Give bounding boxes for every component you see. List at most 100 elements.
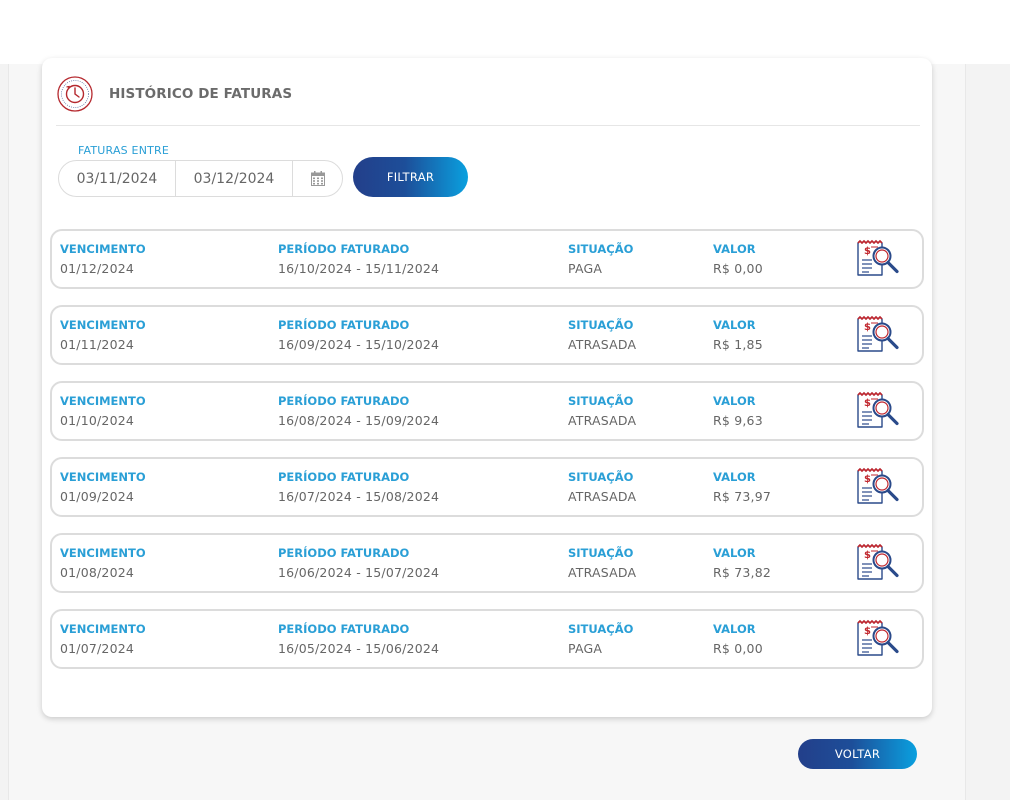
status-label: SITUAÇÃO <box>568 470 634 484</box>
date-range-picker <box>58 160 343 197</box>
value-column: VALOR R$ 0,00 <box>713 241 763 277</box>
value-column: VALOR R$ 1,85 <box>713 317 763 353</box>
status-value: PAGA <box>568 641 603 656</box>
value-label: VALOR <box>713 318 756 332</box>
period-value: 16/08/2024 - 15/09/2024 <box>278 413 440 428</box>
status-value: ATRASADA <box>568 489 637 504</box>
period-column: PERÍODO FATURADO 16/08/2024 - 15/09/2024 <box>278 393 439 429</box>
period-column: PERÍODO FATURADO 16/06/2024 - 15/07/2024 <box>278 545 439 581</box>
value-amount: R$ 9,63 <box>713 413 763 428</box>
value-amount: R$ 73,82 <box>713 565 771 580</box>
status-column: SITUAÇÃO ATRASADA <box>568 317 636 353</box>
invoice-row: VENCIMENTO 01/11/2024 PERÍODO FATURADO 1… <box>50 305 924 365</box>
period-label: PERÍODO FATURADO <box>278 394 410 408</box>
due-value: 01/12/2024 <box>60 261 135 276</box>
status-column: SITUAÇÃO ATRASADA <box>568 545 636 581</box>
svg-text:$: $ <box>864 474 871 485</box>
period-label: PERÍODO FATURADO <box>278 622 410 636</box>
period-value: 16/09/2024 - 15/10/2024 <box>278 337 440 352</box>
due-label: VENCIMENTO <box>60 318 146 332</box>
due-value: 01/08/2024 <box>60 565 135 580</box>
value-column: VALOR R$ 0,00 <box>713 621 763 657</box>
status-value: ATRASADA <box>568 337 637 352</box>
period-column: PERÍODO FATURADO 16/09/2024 - 15/10/2024 <box>278 317 439 353</box>
top-bar <box>0 0 1010 64</box>
status-value: ATRASADA <box>568 565 637 580</box>
due-label: VENCIMENTO <box>60 470 146 484</box>
value-label: VALOR <box>713 546 756 560</box>
invoice-search-icon[interactable]: $ <box>855 543 903 583</box>
period-column: PERÍODO FATURADO 16/05/2024 - 15/06/2024 <box>278 621 439 657</box>
value-column: VALOR R$ 9,63 <box>713 393 763 429</box>
period-label: PERÍODO FATURADO <box>278 470 410 484</box>
period-value: 16/07/2024 - 15/08/2024 <box>278 489 440 504</box>
value-amount: R$ 0,00 <box>713 641 763 656</box>
period-label: PERÍODO FATURADO <box>278 318 410 332</box>
invoice-row: VENCIMENTO 01/09/2024 PERÍODO FATURADO 1… <box>50 457 924 517</box>
value-column: VALOR R$ 73,82 <box>713 545 771 581</box>
svg-text:$: $ <box>864 322 871 333</box>
due-value: 01/10/2024 <box>60 413 135 428</box>
calendar-icon <box>310 171 325 186</box>
start-date-input[interactable] <box>59 161 176 196</box>
invoice-list: VENCIMENTO 01/12/2024 PERÍODO FATURADO 1… <box>50 229 924 685</box>
due-column: VENCIMENTO 01/10/2024 <box>60 393 146 429</box>
value-amount: R$ 1,85 <box>713 337 763 352</box>
calendar-button[interactable] <box>293 161 342 196</box>
svg-text:$: $ <box>864 398 871 409</box>
status-value: PAGA <box>568 261 603 276</box>
value-label: VALOR <box>713 394 756 408</box>
back-button[interactable]: VOLTAR <box>798 739 917 769</box>
end-date-input[interactable] <box>176 161 293 196</box>
due-label: VENCIMENTO <box>60 622 146 636</box>
value-column: VALOR R$ 73,97 <box>713 469 771 505</box>
value-amount: R$ 73,97 <box>713 489 771 504</box>
card-header: HISTÓRICO DE FATURAS <box>56 74 920 126</box>
value-label: VALOR <box>713 622 756 636</box>
invoice-search-icon[interactable]: $ <box>855 239 903 279</box>
period-column: PERÍODO FATURADO 16/10/2024 - 15/11/2024 <box>278 241 439 277</box>
due-column: VENCIMENTO 01/12/2024 <box>60 241 146 277</box>
invoice-search-icon[interactable]: $ <box>855 315 903 355</box>
svg-text:$: $ <box>864 550 871 561</box>
filter-label: FATURAS ENTRE <box>78 144 170 157</box>
period-value: 16/10/2024 - 15/11/2024 <box>278 261 440 276</box>
svg-text:$: $ <box>864 626 871 637</box>
invoice-row: VENCIMENTO 01/10/2024 PERÍODO FATURADO 1… <box>50 381 924 441</box>
filter-button[interactable]: FILTRAR <box>353 157 468 197</box>
status-column: SITUAÇÃO PAGA <box>568 621 633 657</box>
due-label: VENCIMENTO <box>60 394 146 408</box>
invoice-row: VENCIMENTO 01/08/2024 PERÍODO FATURADO 1… <box>50 533 924 593</box>
invoice-search-icon[interactable]: $ <box>855 467 903 507</box>
due-label: VENCIMENTO <box>60 242 146 256</box>
status-label: SITUAÇÃO <box>568 242 634 256</box>
due-column: VENCIMENTO 01/11/2024 <box>60 317 146 353</box>
status-column: SITUAÇÃO ATRASADA <box>568 469 636 505</box>
status-value: ATRASADA <box>568 413 637 428</box>
status-column: SITUAÇÃO ATRASADA <box>568 393 636 429</box>
due-column: VENCIMENTO 01/07/2024 <box>60 621 146 657</box>
invoice-row: VENCIMENTO 01/07/2024 PERÍODO FATURADO 1… <box>50 609 924 669</box>
period-value: 16/05/2024 - 15/06/2024 <box>278 641 440 656</box>
due-label: VENCIMENTO <box>60 546 146 560</box>
value-label: VALOR <box>713 470 756 484</box>
page-title: HISTÓRICO DE FATURAS <box>109 85 293 102</box>
invoice-search-icon[interactable]: $ <box>855 619 903 659</box>
due-column: VENCIMENTO 01/09/2024 <box>60 469 146 505</box>
period-label: PERÍODO FATURADO <box>278 546 410 560</box>
status-column: SITUAÇÃO PAGA <box>568 241 633 277</box>
invoice-search-icon[interactable]: $ <box>855 391 903 431</box>
due-value: 01/11/2024 <box>60 337 135 352</box>
status-label: SITUAÇÃO <box>568 318 634 332</box>
period-label: PERÍODO FATURADO <box>278 242 410 256</box>
status-label: SITUAÇÃO <box>568 394 634 408</box>
invoice-row: VENCIMENTO 01/12/2024 PERÍODO FATURADO 1… <box>50 229 924 289</box>
due-value: 01/09/2024 <box>60 489 135 504</box>
status-label: SITUAÇÃO <box>568 622 634 636</box>
period-value: 16/06/2024 - 15/07/2024 <box>278 565 440 580</box>
value-amount: R$ 0,00 <box>713 261 763 276</box>
value-label: VALOR <box>713 242 756 256</box>
svg-text:$: $ <box>864 246 871 257</box>
due-value: 01/07/2024 <box>60 641 135 656</box>
period-column: PERÍODO FATURADO 16/07/2024 - 15/08/2024 <box>278 469 439 505</box>
